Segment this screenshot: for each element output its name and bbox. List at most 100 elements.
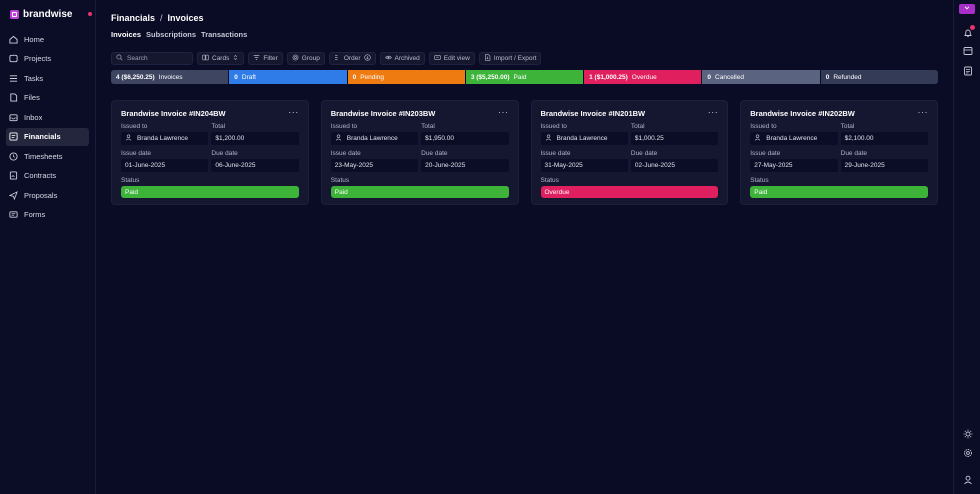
filter-label: Filter bbox=[263, 55, 278, 62]
status-segment-refunded[interactable]: 0 Refunded bbox=[820, 70, 938, 84]
status-badge[interactable]: Paid bbox=[121, 186, 299, 198]
more-options-icon[interactable]: ··· bbox=[708, 107, 719, 117]
field-label: Issue date bbox=[750, 150, 781, 157]
status-segment-pending[interactable]: 0 Pending bbox=[347, 70, 466, 84]
brand-name: brandwise bbox=[23, 8, 73, 20]
issue-date-value[interactable]: 23-May-2025 bbox=[330, 159, 419, 172]
import-export-button[interactable]: Import / Export bbox=[478, 52, 542, 65]
sidebar-item-label: Home bbox=[24, 34, 45, 44]
issued-to-value[interactable]: Branda Lawrence bbox=[540, 132, 628, 145]
field-label: Status bbox=[540, 177, 559, 184]
sidebar-item-label: Inbox bbox=[24, 112, 43, 122]
field-label: Total bbox=[630, 123, 645, 130]
tab-transactions[interactable]: Transactions bbox=[201, 30, 247, 42]
inbox-tray-button[interactable] bbox=[962, 46, 973, 57]
notifications-button[interactable] bbox=[962, 25, 975, 39]
field-label: Issued to bbox=[750, 123, 777, 130]
client-name: Branda Lawrence bbox=[766, 135, 818, 142]
status-segment-invoices[interactable]: 4 ($6,250.25) Invoices bbox=[111, 70, 230, 84]
issued-to-field: Issued to Branda Lawrence bbox=[121, 123, 209, 145]
status-segment-paid[interactable]: 3 ($5,250.00) Paid bbox=[465, 70, 585, 84]
sidebar-item-financials[interactable]: Financials bbox=[6, 127, 89, 146]
collapse-toggle-button[interactable] bbox=[959, 4, 975, 14]
issued-to-field: Issued to Branda Lawrence bbox=[540, 123, 628, 145]
settings-button[interactable] bbox=[962, 448, 973, 459]
arrow-down-circle-icon bbox=[363, 54, 371, 63]
issue-date-value[interactable]: 31-May-2025 bbox=[540, 159, 628, 172]
form-icon bbox=[9, 210, 18, 219]
invoice-card[interactable]: Brandwise Invoice #IN201BW ··· Issued to… bbox=[530, 100, 729, 205]
group-button[interactable]: Group bbox=[286, 52, 325, 65]
sidebar-item-label: Timesheets bbox=[24, 151, 63, 161]
brand[interactable]: brandwise bbox=[0, 0, 95, 28]
status-segment-cancelled[interactable]: 0 Cancelled bbox=[702, 70, 821, 84]
search-input[interactable]: Search bbox=[111, 52, 193, 65]
status-label: Paid bbox=[513, 73, 527, 81]
due-date-value[interactable]: 20-June-2025 bbox=[421, 159, 509, 172]
total-field: Total $1,950.00 bbox=[421, 123, 509, 145]
issued-to-value[interactable]: Branda Lawrence bbox=[330, 132, 419, 145]
status-badge[interactable]: Paid bbox=[330, 186, 509, 198]
due-date-field: Due date 29-June-2025 bbox=[840, 150, 928, 172]
issue-date-value[interactable]: 01-June-2025 bbox=[121, 159, 209, 172]
order-icon bbox=[334, 54, 341, 63]
field-label: Status bbox=[750, 177, 769, 184]
more-options-icon[interactable]: ··· bbox=[288, 107, 299, 117]
inbox-icon bbox=[9, 113, 18, 122]
field-label: Issued to bbox=[121, 123, 148, 130]
sidebar-item-contracts[interactable]: Contracts bbox=[6, 167, 89, 185]
status-badge[interactable]: Overdue bbox=[540, 186, 719, 198]
due-date-value[interactable]: 29-June-2025 bbox=[840, 159, 928, 172]
breadcrumb-separator: / bbox=[160, 13, 163, 23]
field-label: Status bbox=[330, 177, 350, 184]
issue-date-field: Issue date 27-May-2025 bbox=[750, 150, 838, 172]
cards-view-button[interactable]: Cards bbox=[197, 52, 245, 65]
issue-date-value[interactable]: 27-May-2025 bbox=[750, 159, 838, 172]
more-options-icon[interactable]: ··· bbox=[918, 107, 929, 117]
status-field: Status Paid bbox=[330, 177, 509, 198]
due-date-value[interactable]: 06-June-2025 bbox=[211, 159, 299, 172]
tab-subscriptions[interactable]: Subscriptions bbox=[146, 30, 196, 42]
status-count: 1 ($1,000.25) bbox=[589, 73, 628, 81]
sidebar-item-timesheets[interactable]: Timesheets bbox=[6, 147, 89, 165]
more-options-icon[interactable]: ··· bbox=[498, 107, 509, 117]
status-segment-overdue[interactable]: 1 ($1,000.25) Overdue bbox=[584, 70, 703, 84]
sun-icon bbox=[963, 429, 973, 441]
field-label: Issued to bbox=[540, 123, 567, 130]
invoice-card[interactable]: Brandwise Invoice #IN203BW ··· Issued to… bbox=[320, 100, 519, 205]
sidebar-item-forms[interactable]: Forms bbox=[6, 206, 89, 224]
invoice-card[interactable]: Brandwise Invoice #IN204BW ··· Issued to… bbox=[111, 100, 309, 205]
sidebar-item-inbox[interactable]: Inbox bbox=[6, 108, 89, 126]
invoice-title: Brandwise Invoice #IN204BW bbox=[121, 109, 226, 118]
import-export-label: Import / Export bbox=[493, 55, 537, 62]
issued-to-value[interactable]: Branda Lawrence bbox=[121, 132, 209, 145]
sidebar-item-files[interactable]: Files bbox=[6, 89, 89, 107]
filter-button[interactable]: Filter bbox=[248, 52, 283, 65]
tab-invoices[interactable]: Invoices bbox=[111, 30, 141, 42]
sidebar-item-tasks[interactable]: Tasks bbox=[6, 69, 89, 87]
issued-to-value[interactable]: Branda Lawrence bbox=[750, 132, 838, 145]
archived-button[interactable]: Archived bbox=[379, 52, 425, 65]
total-value: $1,000.25 bbox=[630, 132, 719, 145]
sidebar-item-home[interactable]: Home bbox=[6, 30, 89, 48]
user-icon bbox=[545, 134, 552, 143]
theme-toggle-button[interactable] bbox=[962, 429, 973, 440]
order-button[interactable]: Order bbox=[328, 52, 376, 65]
due-date-value[interactable]: 02-June-2025 bbox=[630, 159, 719, 172]
sidebar-item-label: Forms bbox=[24, 210, 46, 219]
edit-view-button[interactable]: Edit view bbox=[428, 52, 475, 65]
breadcrumb-parent[interactable]: Financials bbox=[111, 13, 155, 23]
sidebar-item-projects[interactable]: Projects bbox=[6, 50, 89, 68]
status-badge[interactable]: Paid bbox=[750, 186, 928, 198]
field-label: Total bbox=[421, 123, 435, 130]
profile-button[interactable] bbox=[962, 475, 973, 486]
home-icon bbox=[9, 35, 18, 44]
status-segment-draft[interactable]: 0 Draft bbox=[229, 70, 348, 84]
status-label: Pending bbox=[360, 73, 385, 81]
document-button[interactable] bbox=[962, 66, 973, 77]
issue-date-field: Issue date 23-May-2025 bbox=[330, 150, 419, 172]
cards-label: Cards bbox=[212, 55, 230, 62]
invoice-card[interactable]: Brandwise Invoice #IN202BW ··· Issued to… bbox=[740, 100, 938, 205]
sidebar-item-proposals[interactable]: Proposals bbox=[6, 186, 89, 204]
field-label: Due date bbox=[630, 150, 658, 157]
